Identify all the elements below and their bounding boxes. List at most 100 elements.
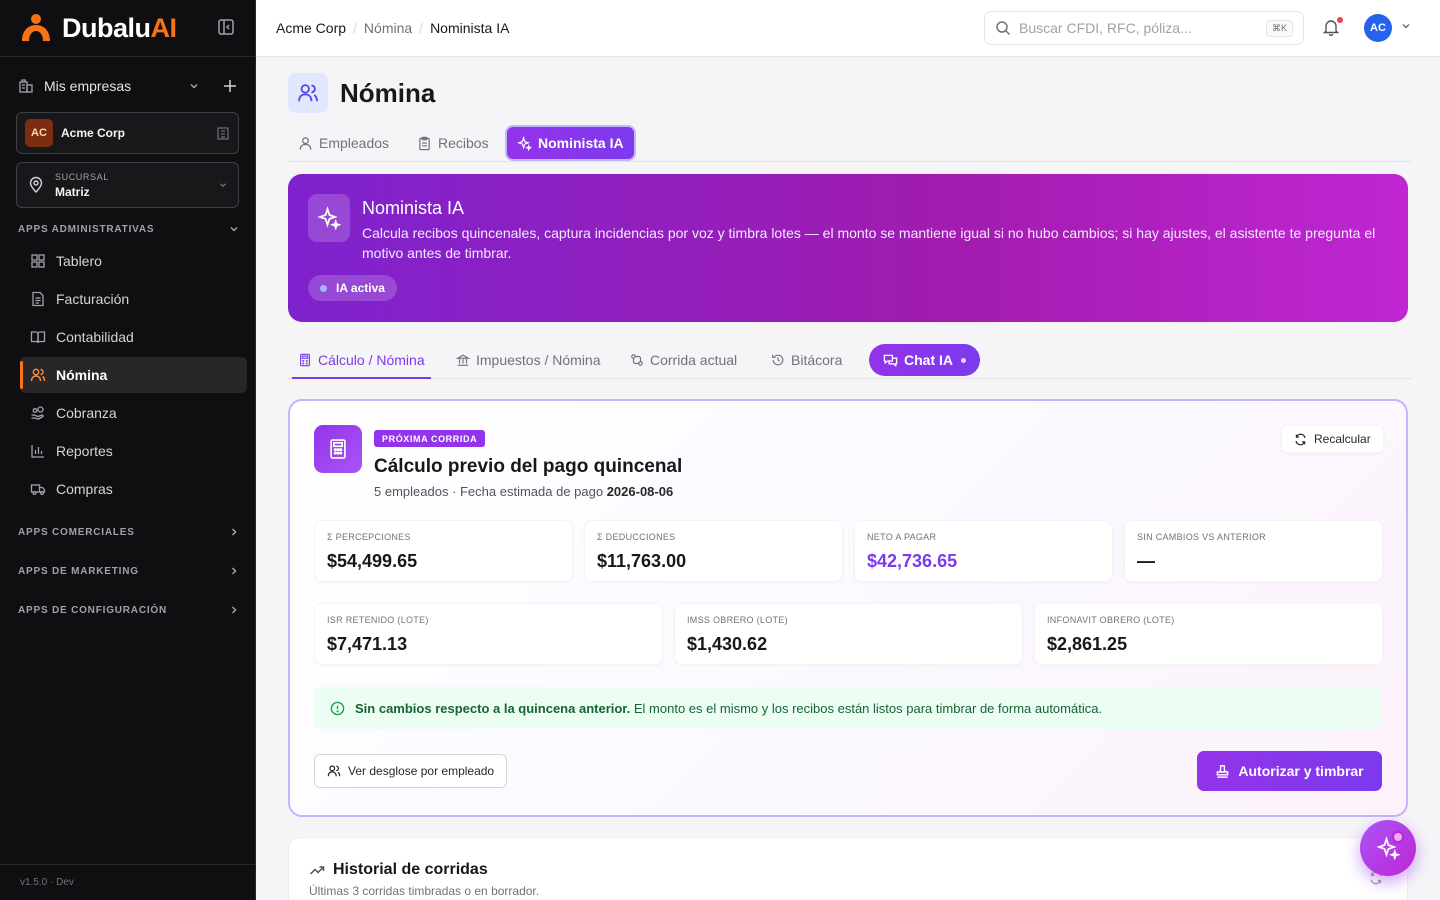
history-icon xyxy=(772,354,784,366)
hero-description: Calcula recibos quincenales, captura inc… xyxy=(362,225,1376,261)
tab-calculo-nomina[interactable]: Cálculo / Nómina xyxy=(292,343,431,379)
pay-date: 2026-08-06 xyxy=(606,484,674,499)
company-name: Acme Corp xyxy=(61,126,126,140)
tab-nominista-ia[interactable]: Nominista IA xyxy=(507,127,634,159)
tab-empleados[interactable]: Empleados xyxy=(288,127,399,159)
truck-icon xyxy=(30,484,46,496)
chevron-right-icon xyxy=(231,606,237,614)
trending-up-icon xyxy=(309,866,325,875)
breadcrumb-separator: / xyxy=(353,20,357,36)
calculator-icon xyxy=(300,353,310,367)
search-icon xyxy=(996,21,1011,36)
book-icon xyxy=(30,331,46,344)
sub-tabs: Cálculo / Nómina Impuestos / Nómina Corr… xyxy=(288,343,1412,379)
sidebar-item-label: Contabilidad xyxy=(56,329,134,345)
document-icon xyxy=(32,291,44,307)
sidebar-item-cobranza[interactable]: Cobranza xyxy=(20,395,247,431)
sparkles-icon xyxy=(308,194,350,242)
refresh-icon xyxy=(1295,433,1306,445)
sidebar-item-nomina[interactable]: Nómina xyxy=(20,357,247,393)
payroll-preview-card: PRÓXIMA CORRIDA Cálculo previo del pago … xyxy=(288,399,1408,817)
nominista-hero-banner: Nominista IA Calcula recibos quincenales… xyxy=(288,174,1408,322)
chevron-right-icon xyxy=(231,528,237,536)
landmark-icon xyxy=(456,354,470,366)
history-title: Historial de corridas xyxy=(309,861,488,879)
tab-corrida-actual[interactable]: Corrida actual xyxy=(624,343,743,377)
users-icon xyxy=(288,73,328,113)
authorize-stamp-button[interactable]: Autorizar y timbrar xyxy=(1197,751,1382,791)
mis-empresas-row[interactable]: Mis empresas xyxy=(18,74,240,98)
sidebar-item-label: Cobranza xyxy=(56,405,117,421)
history-subtitle: Últimas 3 corridas timbradas o en borrad… xyxy=(309,884,540,898)
run-history-card: Historial de corridas Últimas 3 corridas… xyxy=(288,837,1408,900)
notice-text: El monto es el mismo y los recibos están… xyxy=(630,700,1103,716)
user-avatar[interactable]: AC xyxy=(1364,14,1392,42)
brand-logo[interactable]: DubaluAI xyxy=(18,12,177,44)
notice-title: Sin cambios respecto a la quincena anter… xyxy=(355,700,631,716)
no-changes-notice: Sin cambios respecto a la quincena anter… xyxy=(314,687,1382,729)
chevron-right-icon xyxy=(231,567,237,575)
section-apps-de-marketing[interactable]: APPS DE MARKETING xyxy=(18,563,240,579)
tab-recibos[interactable]: Recibos xyxy=(407,127,499,159)
add-company-icon[interactable] xyxy=(220,76,240,96)
section-apps-de-configuracion[interactable]: APPS DE CONFIGURACIÓN xyxy=(18,602,240,618)
hand-coins-icon xyxy=(31,406,44,420)
collapse-sidebar-icon[interactable] xyxy=(217,18,237,38)
sidebar-item-label: Compras xyxy=(56,481,113,497)
user-icon xyxy=(299,136,312,150)
section-apps-administrativas[interactable]: APPS ADMINISTRATIVAS xyxy=(18,221,240,237)
company-avatar: AC xyxy=(25,119,53,147)
tab-bitacora[interactable]: Bitácora xyxy=(765,343,848,377)
card-title: Cálculo previo del pago quincenal xyxy=(374,456,683,477)
section-apps-comerciales[interactable]: APPS COMERCIALES xyxy=(18,524,240,540)
branch-value: Matriz xyxy=(55,184,90,199)
stamp-icon xyxy=(1217,764,1229,778)
breadcrumb-item-company[interactable]: Acme Corp xyxy=(276,20,346,36)
brand-mark-icon xyxy=(22,14,50,41)
tab-chat-ia[interactable]: Chat IA xyxy=(869,344,980,376)
sparkles-icon xyxy=(517,135,532,151)
company-selector[interactable]: AC Acme Corp xyxy=(16,112,239,154)
chevron-down-icon[interactable] xyxy=(184,76,204,96)
bar-chart-icon xyxy=(31,445,44,458)
building-icon xyxy=(217,127,229,140)
tab-impuestos-nomina[interactable]: Impuestos / Nómina xyxy=(450,343,607,377)
app-version: v1.5.0 · Dev xyxy=(20,877,74,888)
sidebar-item-reportes[interactable]: Reportes xyxy=(20,433,247,469)
card-subtitle: 5 empleados · Fecha estimada de pago 202… xyxy=(374,484,674,499)
sidebar-item-facturacion[interactable]: Facturación xyxy=(20,281,247,317)
brand-name: DubaluAI xyxy=(62,12,177,43)
view-breakdown-button[interactable]: Ver desglose por empleado xyxy=(314,754,508,788)
users-icon xyxy=(30,368,46,382)
branch-selector[interactable]: SUCURSAL Matriz xyxy=(16,162,239,208)
ai-assistant-fab[interactable] xyxy=(1360,820,1416,876)
search-input[interactable] xyxy=(1019,20,1266,36)
recalculate-button[interactable]: Recalcular xyxy=(1281,425,1384,453)
mis-empresas-label: Mis empresas xyxy=(44,78,132,94)
users-icon xyxy=(327,765,341,777)
stat-infonavit-obrero: INFONAVIT OBRERO (LOTE) $2,861.25 xyxy=(1034,603,1383,665)
sidebar-item-contabilidad[interactable]: Contabilidad xyxy=(20,319,247,355)
page-header: Nómina xyxy=(288,73,435,113)
map-pin-icon xyxy=(29,176,43,193)
chevron-down-icon[interactable] xyxy=(1400,20,1414,34)
sidebar-item-tablero[interactable]: Tablero xyxy=(20,243,247,279)
breadcrumb-item-nomina[interactable]: Nómina xyxy=(364,20,412,36)
sidebar-divider xyxy=(0,864,256,865)
branch-label: SUCURSAL xyxy=(55,171,109,182)
buildings-icon xyxy=(19,79,33,93)
notification-dot xyxy=(1337,17,1343,23)
chevron-down-icon xyxy=(230,226,238,232)
stat-deducciones: Σ DEDUCCIONES $11,763.00 xyxy=(584,520,843,582)
chat-icon xyxy=(883,354,898,367)
global-search[interactable]: ⌘K xyxy=(984,11,1304,45)
info-circle-icon xyxy=(330,701,345,715)
sidebar-item-label: Nómina xyxy=(56,367,108,383)
sidebar-item-label: Tablero xyxy=(56,253,102,269)
sidebar-divider xyxy=(0,56,256,57)
page-title: Nómina xyxy=(340,77,436,108)
sidebar-item-compras[interactable]: Compras xyxy=(20,471,247,507)
chat-status-dot xyxy=(961,357,966,363)
stat-sin-cambios: SIN CAMBIOS VS ANTERIOR — xyxy=(1124,520,1383,582)
stat-neto-a-pagar: NETO A PAGAR $42,736.65 xyxy=(854,520,1113,582)
